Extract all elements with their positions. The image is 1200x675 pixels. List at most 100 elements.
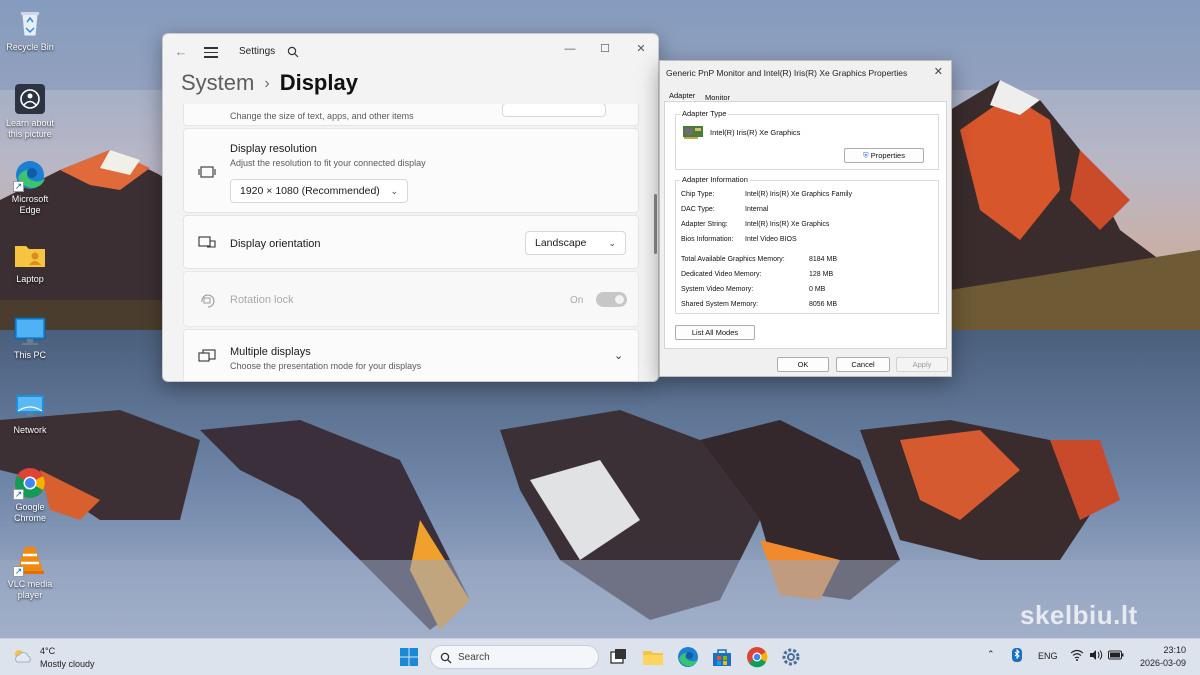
breadcrumb-system[interactable]: System	[181, 70, 254, 95]
orientation-title: Display orientation	[230, 238, 321, 250]
edge-icon: ↗	[13, 158, 47, 192]
recycle-bin-icon	[13, 6, 47, 40]
hamburger-menu-icon[interactable]	[204, 47, 218, 58]
resolution-dropdown[interactable]: 1920 × 1080 (Recommended) ⌄	[230, 179, 408, 203]
orientation-value: Landscape	[535, 237, 587, 249]
desktop-icon-laptop[interactable]: Laptop	[2, 238, 58, 285]
settings-window: ← Settings — ☐ ✕ System › Display Change t…	[162, 33, 659, 382]
clock-date: 2026-03-09	[1139, 658, 1186, 668]
settings-content: Change the size of text, apps, and other…	[163, 104, 658, 381]
info-key: Bios Information:	[681, 236, 734, 243]
task-view-icon[interactable]	[606, 645, 630, 669]
adapter-name: Intel(R) Iris(R) Xe Graphics	[710, 128, 801, 137]
desktop-icon-network[interactable]: Network	[2, 389, 58, 436]
maximize-button[interactable]: ☐	[593, 40, 617, 58]
memory-value: 8056 MB	[809, 301, 838, 308]
chevron-up-icon[interactable]: ⌃	[987, 649, 995, 660]
scale-card[interactable]: Change the size of text, apps, and other…	[183, 104, 639, 126]
rotation-lock-state: On	[570, 295, 584, 306]
edge-icon[interactable]	[676, 645, 700, 669]
list-all-modes-button[interactable]: List All Modes	[675, 325, 755, 340]
chrome-icon[interactable]	[745, 645, 769, 669]
start-button[interactable]	[397, 645, 421, 669]
search-icon	[440, 651, 452, 669]
desktop-icon-this-pc[interactable]: This PC	[2, 314, 58, 361]
vlc-icon: ↗	[13, 543, 47, 577]
desktop-icon-label: Learn about this picture	[5, 118, 55, 139]
adapter-type-group: Adapter Type Intel(R) Iris(R) Xe Graphic…	[675, 109, 939, 170]
clock-time: 23:10	[1163, 645, 1186, 655]
multiple-displays-icon	[198, 349, 216, 367]
multiple-displays-card[interactable]: Multiple displays Choose the presentatio…	[183, 329, 639, 381]
graphics-card-icon	[682, 123, 704, 141]
info-value: Intel Video BIOS	[745, 236, 797, 243]
desktop-icon-learn-about-picture[interactable]: Learn about this picture	[2, 82, 58, 140]
minimize-button[interactable]: —	[558, 40, 582, 58]
memory-value: 8184 MB	[809, 256, 838, 263]
info-value: Internal	[745, 206, 769, 213]
orientation-card: Display orientation Landscape ⌄	[183, 215, 639, 269]
taskbar-search[interactable]: Search	[430, 645, 599, 669]
wifi-icon[interactable]	[1070, 649, 1084, 663]
apply-button[interactable]: Apply	[896, 357, 948, 372]
info-key: Chip Type:	[681, 191, 715, 198]
multiple-displays-title: Multiple displays	[230, 346, 311, 358]
store-icon[interactable]	[710, 645, 734, 669]
chrome-icon: ↗	[13, 466, 47, 500]
rotation-lock-toggle[interactable]	[596, 292, 627, 307]
chevron-down-icon[interactable]: ⌄	[614, 349, 623, 362]
settings-gear-icon[interactable]	[779, 645, 803, 669]
adapter-type-label: Adapter Type	[680, 109, 729, 118]
desktop-icon-vlc[interactable]: ↗ VLC media player	[2, 543, 58, 601]
weather-temperature: 4°C	[40, 646, 56, 656]
desktop-icon-label: Google Chrome	[13, 502, 46, 523]
desktop-icon-label: This PC	[13, 350, 46, 360]
resolution-card: Display resolution Adjust the resolution…	[183, 128, 639, 213]
monitor-icon	[13, 314, 47, 348]
taskbar: 4°C Mostly cloudy Search ⌃ ENG 23:10 202…	[0, 638, 1200, 675]
info-key: Adapter String:	[681, 221, 728, 228]
clock[interactable]: 23:10 2026-03-09	[1140, 644, 1186, 670]
orientation-dropdown[interactable]: Landscape ⌄	[525, 231, 626, 255]
multiple-displays-subtitle: Choose the presentation mode for your di…	[230, 361, 422, 371]
memory-key: Dedicated Video Memory:	[681, 271, 762, 278]
scrollbar[interactable]	[654, 194, 657, 254]
desktop-icon-label: VLC media player	[7, 579, 53, 600]
shortcut-arrow-icon: ↗	[13, 566, 24, 577]
page-title: Display	[279, 70, 358, 95]
adapter-info-label: Adapter Information	[680, 175, 750, 184]
tab-adapter[interactable]: Adapter	[669, 91, 696, 101]
battery-icon[interactable]	[1108, 650, 1124, 662]
breadcrumb: System › Display	[181, 70, 358, 96]
close-icon[interactable]: ✕	[934, 65, 943, 78]
search-icon[interactable]	[287, 45, 301, 59]
desktop-icon-chrome[interactable]: ↗ Google Chrome	[2, 466, 58, 524]
resolution-value: 1920 × 1080 (Recommended)	[240, 185, 380, 197]
desktop-icon-recycle-bin[interactable]: Recycle Bin	[2, 6, 58, 53]
back-arrow-icon[interactable]: ←	[173, 44, 189, 60]
info-value: Intel(R) Iris(R) Xe Graphics Family	[745, 191, 852, 198]
bluetooth-icon[interactable]	[1012, 648, 1022, 664]
properties-button[interactable]: ⛨ Properties	[844, 148, 924, 163]
rotation-lock-title: Rotation lock	[230, 294, 294, 306]
close-button[interactable]: ✕	[629, 40, 653, 58]
orientation-icon	[198, 235, 216, 253]
folder-user-icon	[13, 238, 47, 272]
shortcut-arrow-icon: ↗	[13, 181, 24, 192]
file-explorer-icon[interactable]	[641, 645, 665, 669]
desktop-icon-label: Recycle Bin	[6, 42, 54, 52]
learn-picture-icon	[13, 82, 47, 116]
ok-button[interactable]: OK	[777, 357, 829, 372]
cancel-button[interactable]: Cancel	[836, 357, 890, 372]
weather-widget[interactable]: 4°C Mostly cloudy	[12, 644, 122, 672]
watermark: skelbiu.lt	[1020, 600, 1138, 630]
resolution-icon	[198, 165, 216, 183]
memory-value: 0 MB	[809, 286, 826, 293]
language-indicator[interactable]: ENG	[1038, 651, 1058, 661]
volume-icon[interactable]	[1089, 649, 1103, 663]
chevron-down-icon: ⌄	[390, 186, 398, 196]
breadcrumb-separator: ›	[264, 75, 270, 92]
network-icon	[13, 389, 47, 423]
scale-dropdown[interactable]	[502, 104, 606, 117]
desktop-icon-edge[interactable]: ↗ Microsoft Edge	[2, 158, 58, 216]
